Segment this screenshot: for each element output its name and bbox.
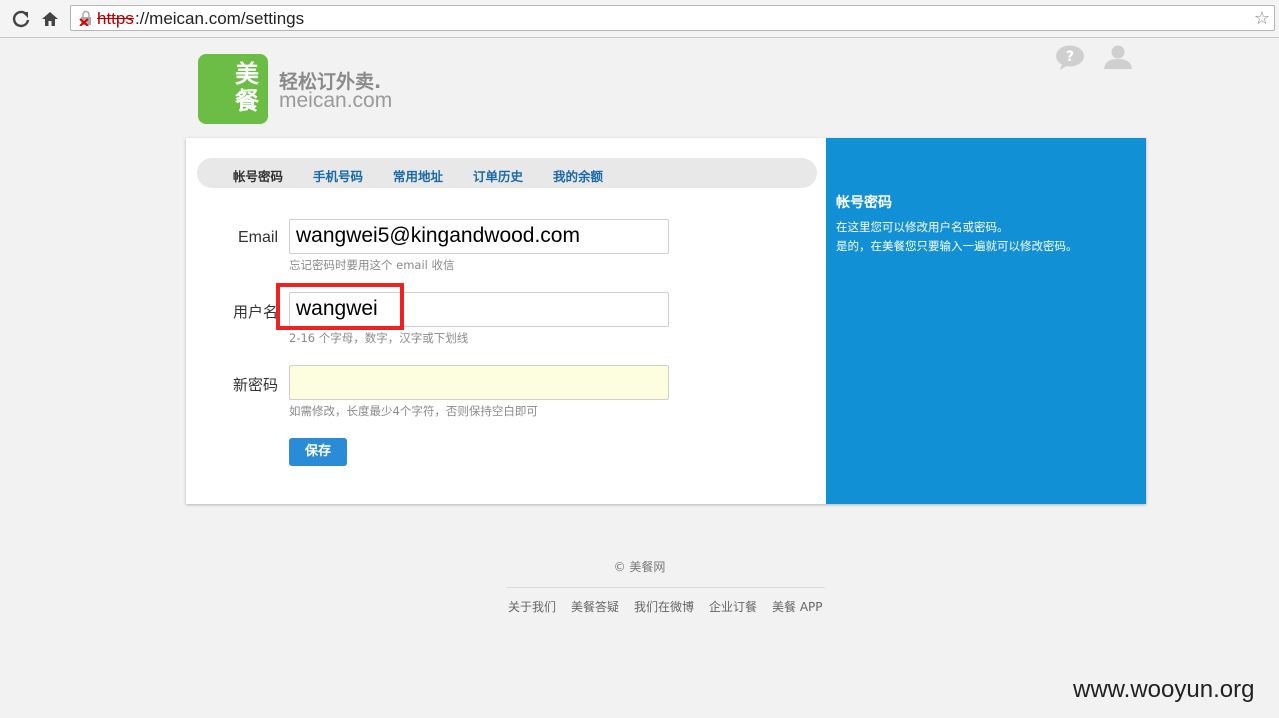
info-panel-text: 在这里您可以修改用户名或密码。 [836,220,1009,234]
save-button[interactable]: 保存 [289,438,347,466]
tab-order-history[interactable]: 订单历史 [473,166,523,185]
footer-link-enterprise[interactable]: 企业订餐 [709,598,757,615]
settings-tabs: 帐号密码 手机号码 常用地址 订单历史 我的余额 [197,158,817,188]
url-scheme: https [97,9,134,28]
bookmark-star-icon[interactable]: ☆ [1254,8,1270,29]
address-bar[interactable]: https ://meican.com/settings ☆ [70,5,1275,31]
username-label: 用户名 [232,303,278,321]
footer-link-app[interactable]: 美餐 APP [772,598,823,615]
info-panel: 帐号密码 在这里您可以修改用户名或密码。 是的，在美餐您只要输入一遍就可以修改密… [826,138,1146,504]
email-field[interactable]: wangwei5@kingandwood.com [289,219,669,254]
tab-my-balance[interactable]: 我的余额 [553,166,603,185]
watermark: www.wooyun.org [1073,676,1255,703]
email-hint: 忘记密码时要用这个 email 收信 [289,258,455,272]
tab-common-address[interactable]: 常用地址 [393,166,443,185]
settings-card: 帐号密码 手机号码 常用地址 订单历史 我的余额 Email wangwei5@… [186,138,1146,504]
logo-char: 餐 [235,87,259,115]
footer-divider [507,587,825,588]
info-panel-text: 是的，在美餐您只要输入一遍就可以修改密码。 [836,239,1078,253]
highlight-box [276,283,404,330]
footer-link-about[interactable]: 关于我们 [508,598,556,615]
logo[interactable]: 美 餐 [198,54,268,124]
info-panel-title: 帐号密码 [836,195,892,211]
new-password-label: 新密码 [232,376,278,394]
tab-account-password[interactable]: 帐号密码 [233,166,283,185]
email-value: wangwei5@kingandwood.com [296,224,580,247]
browser-toolbar: https ://meican.com/settings ☆ [0,0,1279,38]
new-password-field[interactable] [289,365,669,400]
user-icon[interactable] [1102,44,1134,70]
footer-link-weibo[interactable]: 我们在微博 [634,598,694,615]
tab-phone-number[interactable]: 手机号码 [313,166,363,185]
site-domain: meican.com [279,89,393,112]
copyright: © 美餐网 [613,560,666,574]
svg-text:?: ? [1066,49,1074,65]
broken-lock-icon [78,10,94,27]
footer-link-faq[interactable]: 美餐答疑 [571,598,619,615]
new-password-hint: 如需修改，长度最少4个字符，否则保持空白即可 [289,404,538,418]
reload-icon[interactable] [11,9,31,29]
logo-char: 美 [235,60,259,88]
help-icon[interactable]: ? [1055,45,1085,71]
username-hint: 2-16 个字母，数字，汉字或下划线 [289,331,469,345]
email-label: Email [237,229,278,246]
url-path: ://meican.com/settings [135,9,305,28]
home-icon[interactable] [40,9,60,29]
